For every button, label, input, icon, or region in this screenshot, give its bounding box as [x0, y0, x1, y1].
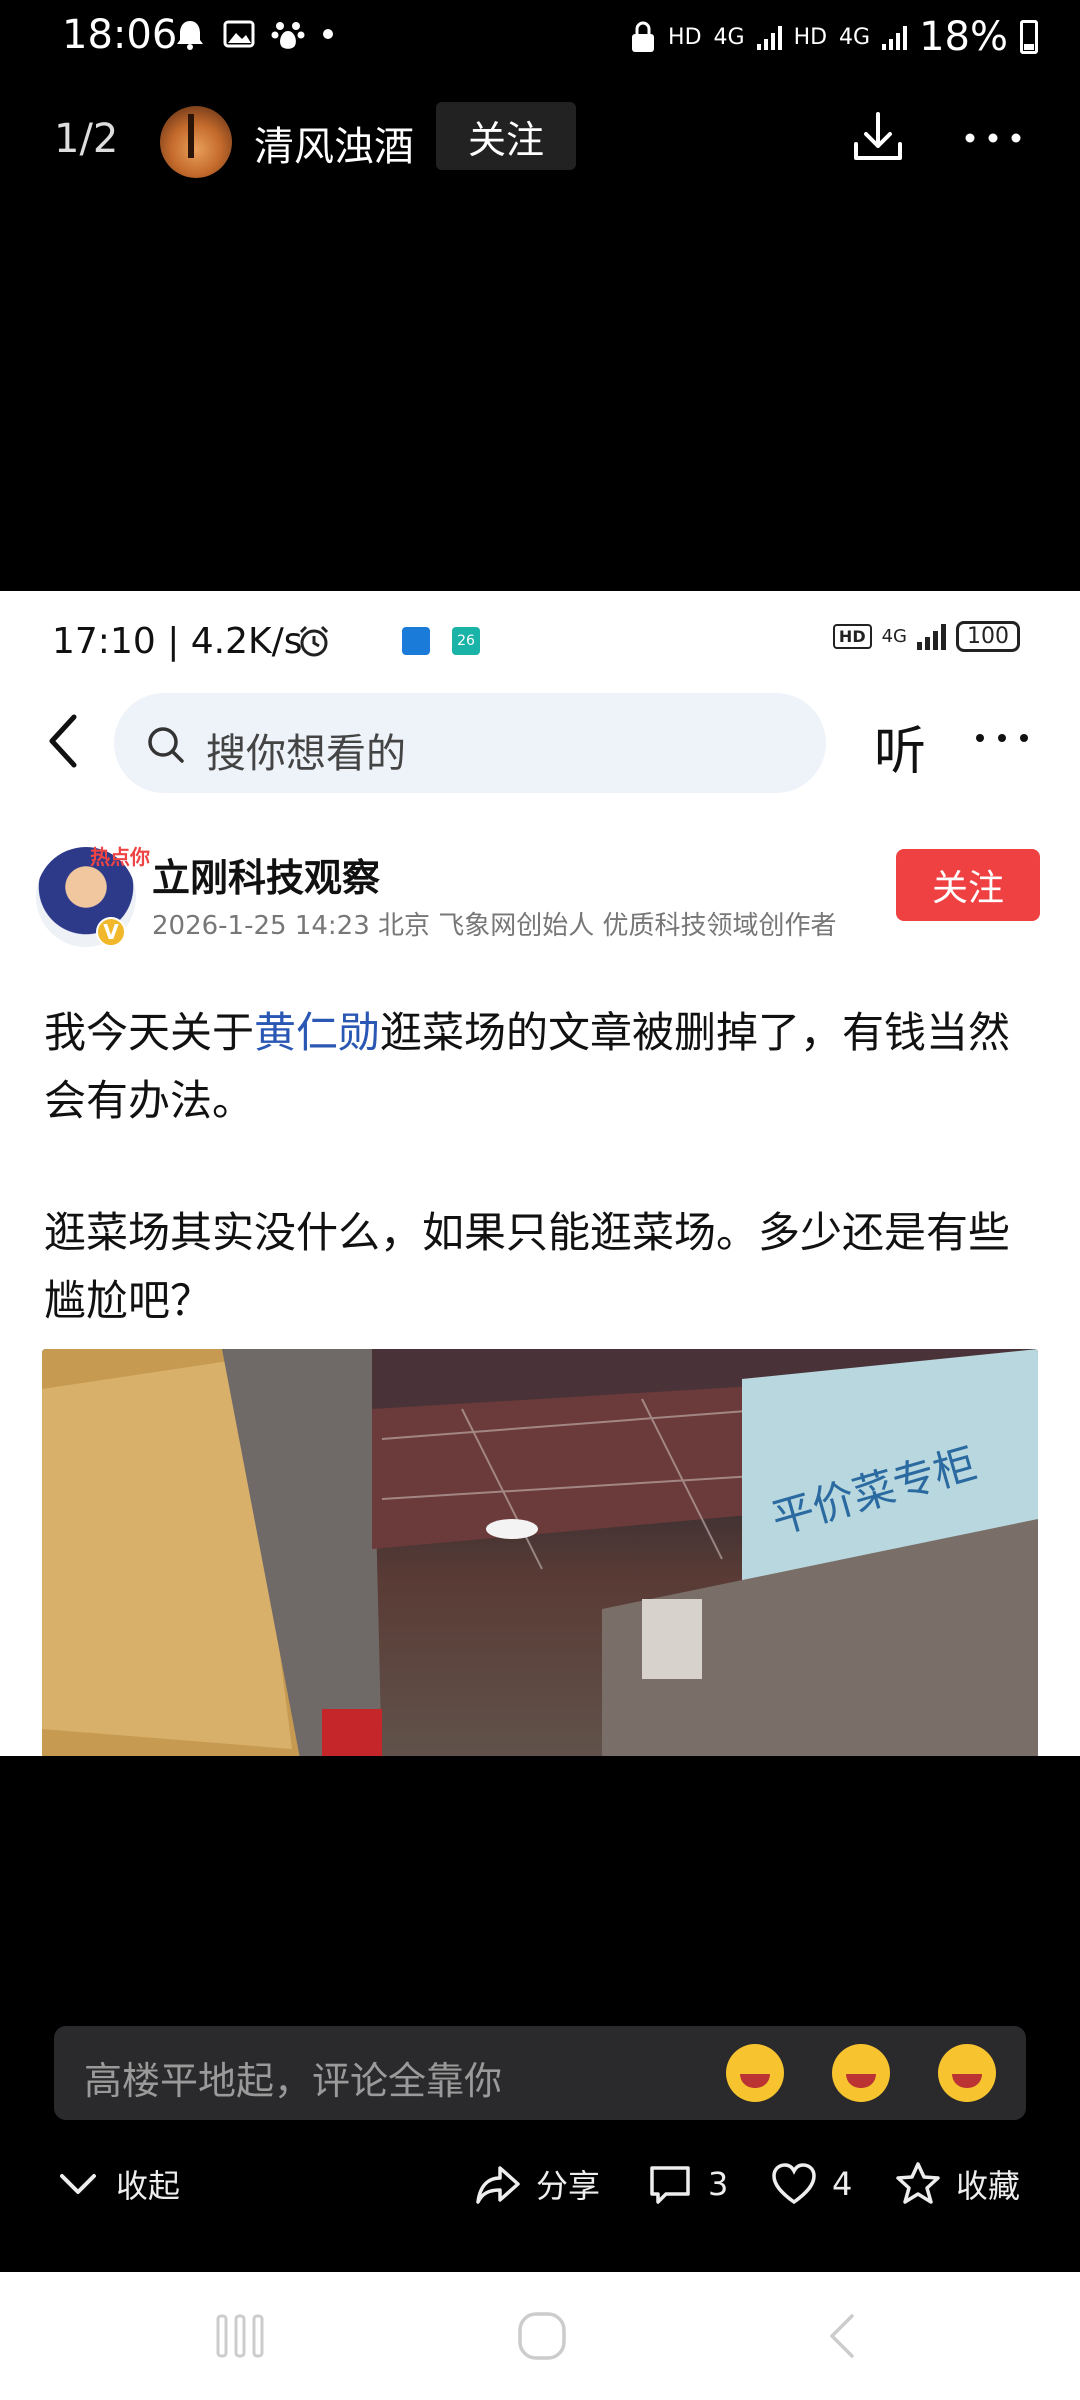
grinning-emoji-icon[interactable] — [938, 2044, 996, 2102]
more-icon[interactable] — [958, 108, 1028, 168]
notification-icons — [172, 16, 336, 52]
embedded-screenshot[interactable]: 17:10 | 4.2K/s 26 HD 4G 100 搜你想看的 听 热点你 — [0, 591, 1080, 1756]
favorite-button[interactable]: 收藏 — [894, 2160, 1020, 2208]
market-scene: 平价菜专柜 — [42, 1349, 1038, 1756]
collapse-button[interactable]: 收起 — [54, 2160, 180, 2208]
article-photo[interactable]: 平价菜专柜 — [42, 1349, 1038, 1756]
baidu-paw-icon — [271, 22, 305, 49]
viewer-header: 1/2 清风浊酒 关注 — [0, 96, 1080, 186]
inner-battery-icon: 100 — [956, 621, 1020, 652]
author-name[interactable]: 清风浊酒 — [254, 114, 414, 172]
author-avatar[interactable] — [160, 106, 232, 178]
inner-status-bar: 17:10 | 4.2K/s 26 HD 4G 100 — [0, 591, 1080, 679]
system-nav-bar — [0, 2272, 1080, 2400]
heart-icon — [772, 2163, 816, 2205]
comment-input[interactable]: 高楼平地起，评论全靠你 — [54, 2026, 1026, 2120]
listen-button[interactable]: 听 — [874, 709, 926, 784]
search-row: 搜你想看的 听 — [0, 687, 1080, 797]
favorite-label: 收藏 — [956, 2167, 1021, 2205]
post-meta: 2026-1-25 14:23 北京 飞象网创始人 优质科技领域创作者 — [152, 911, 837, 941]
recent-apps-icon[interactable] — [212, 2308, 268, 2364]
inner-4g-label: 4G — [881, 626, 907, 647]
calendar-icon: 26 — [452, 627, 480, 655]
share-icon — [476, 2166, 520, 2204]
battery-percent: 18% — [919, 14, 1008, 60]
inner-more-icon[interactable] — [972, 723, 1032, 753]
signal-icon-2 — [882, 24, 908, 50]
alarm-clock-icon — [299, 625, 329, 657]
4g-label-2: 4G — [839, 24, 871, 50]
verified-badge: V — [96, 917, 126, 947]
back-nav-icon[interactable] — [816, 2308, 872, 2364]
status-time: 18:06 — [62, 12, 178, 58]
like-button[interactable]: 4 — [770, 2160, 852, 2208]
dot-icon — [323, 29, 333, 39]
hot-tag: 热点你 — [90, 845, 150, 869]
lock-icon — [632, 21, 655, 52]
download-icon[interactable] — [848, 108, 908, 168]
inner-system-icons: HD 4G 100 — [832, 621, 1020, 652]
inner-hd-icon: HD — [832, 624, 872, 649]
star-icon — [896, 2162, 940, 2204]
image-icon — [223, 20, 255, 48]
battery-icon — [1020, 20, 1038, 54]
share-button[interactable]: 分享 — [474, 2160, 600, 2208]
back-icon[interactable] — [40, 709, 90, 773]
chevron-down-icon — [60, 2174, 96, 2194]
share-label: 分享 — [536, 2167, 601, 2205]
star-eyes-emoji-icon[interactable] — [832, 2044, 890, 2102]
calendar-day: 26 — [457, 633, 475, 649]
system-icons: HD 4G HD 4G 18% — [630, 14, 1038, 60]
inner-status-time: 17:10 | 4.2K/s — [52, 621, 303, 662]
laughing-emoji-icon[interactable] — [726, 2044, 784, 2102]
4g-label: 4G — [713, 24, 745, 50]
search-icon — [148, 727, 184, 763]
page-counter: 1/2 — [54, 116, 119, 162]
app-notification-icon — [402, 627, 430, 655]
comment-placeholder: 高楼平地起，评论全靠你 — [84, 2059, 503, 2103]
signal-icon — [756, 24, 782, 50]
follow-button[interactable]: 关注 — [436, 102, 576, 170]
alarm-icon — [177, 21, 203, 50]
action-bar: 收起 分享 3 4 收藏 — [0, 2150, 1080, 2220]
article-paragraph-2: 逛菜场其实没什么，如果只能逛菜场。多少还是有些尴尬吧？ — [44, 1208, 1011, 1325]
status-bar: 18:06 HD 4G HD 4G 18% — [0, 0, 1080, 80]
search-input[interactable]: 搜你想看的 — [114, 693, 826, 793]
search-placeholder: 搜你想看的 — [206, 731, 406, 777]
inner-signal-icon — [917, 623, 946, 650]
author-profile-name[interactable]: 立刚科技观察 — [152, 847, 380, 902]
collapse-label: 收起 — [116, 2167, 181, 2205]
home-icon[interactable] — [514, 2308, 570, 2364]
comment-icon — [650, 2166, 690, 2204]
hd-label-2: HD — [793, 24, 828, 50]
comments-count: 3 — [708, 2165, 729, 2203]
profile-follow-button[interactable]: 关注 — [896, 849, 1040, 921]
comments-button[interactable]: 3 — [646, 2160, 728, 2208]
article-paragraph-1: 我今天关于黄仁勋逛菜场的文章被删掉了，有钱当然会有办法。 — [44, 1008, 1011, 1125]
article-body: 我今天关于黄仁勋逛菜场的文章被删掉了，有钱当然会有办法。 逛菜场其实没什么，如果… — [44, 999, 1034, 1335]
likes-count: 4 — [832, 2165, 853, 2203]
hd-label: HD — [668, 24, 702, 50]
topic-link[interactable]: 黄仁勋 — [254, 1008, 380, 1057]
author-profile: 热点你 V 立刚科技观察 2026-1-25 14:23 北京 飞象网创始人 优… — [0, 845, 1080, 957]
